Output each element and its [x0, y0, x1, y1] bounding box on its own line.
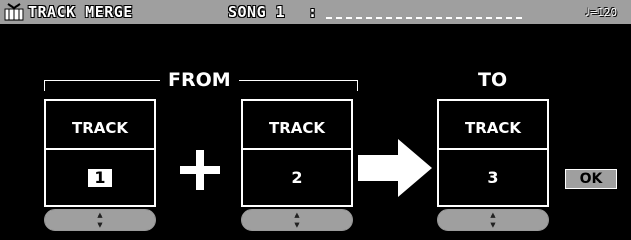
title-bar: TRACK MERGE SONG 1 : ♩=120	[0, 0, 631, 26]
track-header: TRACK	[243, 101, 351, 150]
destination-track-box[interactable]: TRACK 3	[437, 99, 549, 207]
ok-button[interactable]: OK	[565, 169, 617, 189]
track-value-selected: 1	[88, 169, 112, 187]
track-1-spinner[interactable]: ▲ ▼	[44, 209, 156, 231]
song-label: SONG 1	[228, 3, 286, 21]
track-value: 3	[487, 168, 499, 187]
window-title: TRACK MERGE	[28, 3, 133, 21]
song-separator: :	[308, 3, 318, 21]
track-header: TRACK	[46, 101, 154, 150]
up-down-icon: ▲ ▼	[294, 211, 300, 229]
track-3-spinner[interactable]: ▲ ▼	[437, 209, 549, 231]
song-name-field	[326, 17, 522, 19]
track-2-spinner[interactable]: ▲ ▼	[241, 209, 353, 231]
track-value: 2	[291, 168, 303, 187]
tempo-readout: ♩=120	[584, 6, 618, 19]
plus-icon	[180, 150, 220, 190]
arrow-right-icon	[358, 139, 432, 197]
to-label: TO	[470, 70, 516, 90]
from-label: FROM	[160, 70, 239, 90]
source-track-2-box[interactable]: TRACK 2	[241, 99, 353, 207]
source-track-1-box[interactable]: TRACK 1	[44, 99, 156, 207]
up-down-icon: ▲ ▼	[97, 211, 103, 229]
up-down-icon: ▲ ▼	[490, 211, 496, 229]
keyboard-icon	[4, 3, 24, 21]
track-header: TRACK	[439, 101, 547, 150]
